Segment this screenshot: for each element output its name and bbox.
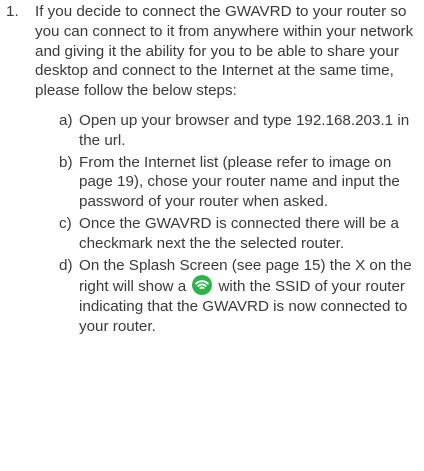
steps-list: a) Open up your browser and type 192.168… [35, 111, 416, 337]
step-marker: a) [59, 111, 73, 129]
step-a: a) Open up your browser and type 192.168… [59, 111, 416, 151]
document-body: 1. If you decide to connect the GWAVRD t… [0, 2, 424, 339]
step-text: On the Splash Screen (see page 15) the X… [79, 256, 416, 337]
step-text: From the Internet list (please refer to … [79, 153, 400, 211]
step-marker: b) [59, 153, 73, 171]
step-b: b) From the Internet list (please refer … [59, 153, 416, 212]
intro-paragraph: If you decide to connect the GWAVRD to y… [35, 3, 414, 100]
wifi-icon-graphic [192, 275, 213, 296]
wifi-icon [192, 275, 213, 296]
step-marker: d) [59, 256, 73, 274]
list-number: 1. [6, 3, 19, 20]
step-text: Open up your browser and type 192.168.20… [79, 111, 410, 149]
step-d: d) On the Splash Screen (see page 15) th… [59, 256, 416, 337]
step-marker: c) [59, 214, 72, 232]
wifi-arc-inner [199, 286, 205, 290]
numbered-list-item: 1. If you decide to connect the GWAVRD t… [0, 2, 424, 337]
step-c: c) Once the GWAVRD is connected there wi… [59, 214, 416, 254]
step-text: Once the GWAVRD is connected there will … [79, 214, 399, 252]
